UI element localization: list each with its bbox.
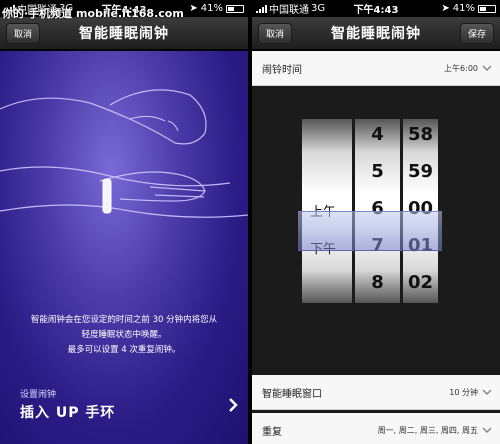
right-phone-screen: 中国联通 3G 下午4:43 ➤ 41% 取消 智能睡眠闹钟 保存 闹铃时间 上… — [252, 0, 500, 444]
sleeping-person-illustration — [0, 89, 248, 218]
page-title: 智能睡眠闹钟 — [331, 26, 421, 42]
repeat-row[interactable]: 重复 周一, 周二, 周三, 周四, 周五 — [252, 413, 500, 444]
status-bar: 中国联通 3G 下午4:43 ➤ 41% — [252, 0, 500, 17]
network-label: 3G — [311, 3, 326, 14]
setup-panel: 智能闹钟会在您设定的时间之前 30 分钟内将您从 轻度睡眠状态中唤醒。 最多可以… — [0, 51, 248, 444]
picker-option[interactable]: 59 — [403, 153, 438, 190]
alarm-time-value: 上午6:00 — [444, 63, 478, 73]
chevron-down-icon — [482, 427, 492, 433]
picker-option[interactable]: 4 — [355, 119, 400, 153]
picker-option[interactable]: 58 — [403, 119, 438, 153]
cancel-button[interactable]: 取消 — [6, 23, 41, 44]
left-phone-screen: 中国联通 3G 下午4:43 ➤ 41% 取消 智能睡眠闹钟 智能闹钟会在您设定… — [0, 0, 248, 444]
picker-selection-bar — [298, 211, 442, 251]
sleep-window-row[interactable]: 智能睡眠窗口 10 分钟 — [252, 375, 500, 410]
plug-in-row[interactable]: 设置闹钟 插入 UP 手环 — [0, 387, 248, 427]
alarm-settings: 闹铃时间 上午6:00 上午 下午 4 5 6 7 8 58 59 00 — [252, 51, 500, 444]
picker-option[interactable]: 8 — [355, 264, 400, 301]
chevron-down-icon — [482, 389, 492, 395]
page-title: 智能睡眠闹钟 — [79, 26, 169, 42]
chevron-right-icon — [229, 398, 238, 412]
carrier: 中国联通 3G — [256, 1, 325, 16]
description: 智能闹钟会在您设定的时间之前 30 分钟内将您从 轻度睡眠状态中唤醒。 最多可以… — [30, 315, 218, 355]
cancel-button[interactable]: 取消 — [258, 23, 293, 44]
battery-percent: 41% — [200, 3, 223, 14]
plug-subtitle: 设置闹钟 — [20, 390, 57, 400]
battery-percent: 41% — [452, 3, 475, 14]
save-button[interactable]: 保存 — [459, 23, 494, 44]
alarm-time-label: 闹铃时间 — [262, 64, 302, 76]
sleep-window-label: 智能睡眠窗口 — [262, 388, 322, 400]
watermark: 你的·手机频道 mobile.it168.com — [2, 7, 184, 20]
sleep-window-value: 10 分钟 — [449, 387, 478, 397]
nav-bar: 取消 智能睡眠闹钟 — [0, 17, 248, 50]
location-icon: ➤ — [189, 3, 198, 14]
chevron-down-icon — [482, 65, 492, 71]
status-time: 下午4:43 — [353, 5, 399, 16]
plug-title: 插入 UP 手环 — [20, 405, 116, 421]
signal-icon — [256, 4, 267, 13]
picker-option[interactable]: 5 — [355, 153, 400, 190]
picker-option[interactable]: 02 — [403, 264, 438, 301]
location-icon: ➤ — [441, 3, 450, 14]
nav-bar: 取消 智能睡眠闹钟 保存 — [252, 17, 500, 50]
alarm-time-row[interactable]: 闹铃时间 上午6:00 — [252, 51, 500, 86]
repeat-label: 重复 — [262, 426, 282, 438]
repeat-value: 周一, 周二, 周三, 周四, 周五 — [377, 425, 478, 435]
time-picker[interactable]: 上午 下午 4 5 6 7 8 58 59 00 01 02 — [252, 87, 500, 323]
battery-icon — [478, 4, 496, 13]
battery-icon — [226, 4, 244, 13]
